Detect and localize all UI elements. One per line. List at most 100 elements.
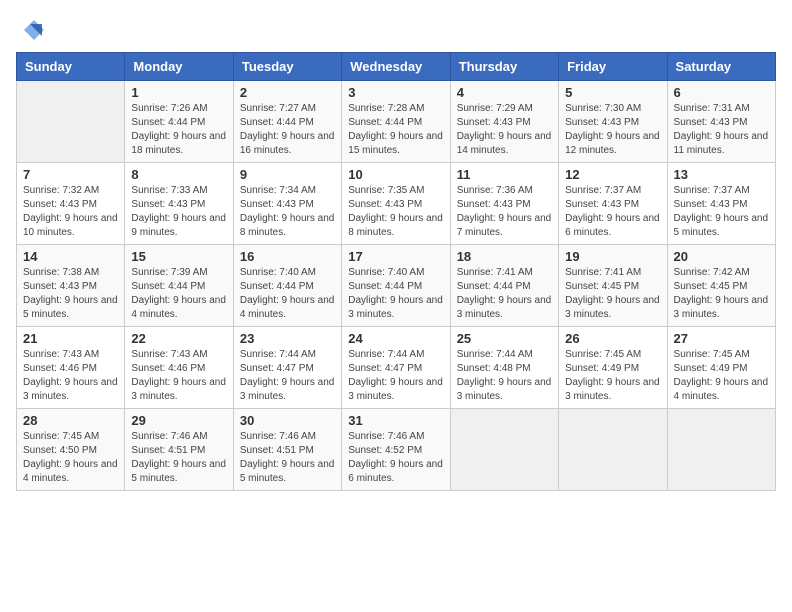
day-info: Sunrise: 7:44 AMSunset: 4:47 PMDaylight:… xyxy=(348,348,443,404)
calendar-cell: 27 Sunrise: 7:45 AMSunset: 4:49 PMDayligh… xyxy=(667,327,775,409)
day-number: 22 xyxy=(131,331,226,346)
day-number: 26 xyxy=(565,331,660,346)
calendar-cell: 16 Sunrise: 7:40 AMSunset: 4:44 PMDayligh… xyxy=(233,245,341,327)
calendar-week-1: 1 Sunrise: 7:26 AMSunset: 4:44 PMDaylight… xyxy=(17,81,776,163)
day-info: Sunrise: 7:34 AMSunset: 4:43 PMDaylight:… xyxy=(240,184,335,240)
day-number: 29 xyxy=(131,413,226,428)
calendar-cell: 13 Sunrise: 7:37 AMSunset: 4:43 PMDayligh… xyxy=(667,163,775,245)
calendar-cell: 4 Sunrise: 7:29 AMSunset: 4:43 PMDaylight… xyxy=(450,81,558,163)
day-info: Sunrise: 7:41 AMSunset: 4:44 PMDaylight:… xyxy=(457,266,552,322)
calendar-cell: 17 Sunrise: 7:40 AMSunset: 4:44 PMDayligh… xyxy=(342,245,450,327)
day-number: 8 xyxy=(131,167,226,182)
day-info: Sunrise: 7:46 AMSunset: 4:51 PMDaylight:… xyxy=(240,430,335,486)
day-info: Sunrise: 7:43 AMSunset: 4:46 PMDaylight:… xyxy=(23,348,118,404)
day-info: Sunrise: 7:39 AMSunset: 4:44 PMDaylight:… xyxy=(131,266,226,322)
day-info: Sunrise: 7:35 AMSunset: 4:43 PMDaylight:… xyxy=(348,184,443,240)
day-info: Sunrise: 7:46 AMSunset: 4:52 PMDaylight:… xyxy=(348,430,443,486)
day-info: Sunrise: 7:36 AMSunset: 4:43 PMDaylight:… xyxy=(457,184,552,240)
calendar-cell: 7 Sunrise: 7:32 AMSunset: 4:43 PMDaylight… xyxy=(17,163,125,245)
calendar-cell: 8 Sunrise: 7:33 AMSunset: 4:43 PMDaylight… xyxy=(125,163,233,245)
day-number: 4 xyxy=(457,85,552,100)
calendar-cell: 6Sunrise: 7:31 AMSunset: 4:43 PMDaylight… xyxy=(667,81,775,163)
day-info: Sunrise: 7:37 AMSunset: 4:43 PMDaylight:… xyxy=(674,184,769,240)
day-info: Sunrise: 7:37 AMSunset: 4:43 PMDaylight:… xyxy=(565,184,660,240)
calendar-cell: 31 Sunrise: 7:46 AMSunset: 4:52 PMDayligh… xyxy=(342,409,450,491)
calendar-cell xyxy=(667,409,775,491)
day-number: 12 xyxy=(565,167,660,182)
day-info: Sunrise: 7:28 AMSunset: 4:44 PMDaylight:… xyxy=(348,102,443,158)
day-info: Sunrise: 7:41 AMSunset: 4:45 PMDaylight:… xyxy=(565,266,660,322)
logo xyxy=(16,16,48,44)
calendar-cell: 26 Sunrise: 7:45 AMSunset: 4:49 PMDayligh… xyxy=(559,327,667,409)
calendar-cell: 29 Sunrise: 7:46 AMSunset: 4:51 PMDayligh… xyxy=(125,409,233,491)
day-info: Sunrise: 7:38 AMSunset: 4:43 PMDaylight:… xyxy=(23,266,118,322)
day-info: Sunrise: 7:31 AMSunset: 4:43 PMDaylight:… xyxy=(674,102,769,158)
day-info: Sunrise: 7:32 AMSunset: 4:43 PMDaylight:… xyxy=(23,184,118,240)
calendar-cell: 25 Sunrise: 7:44 AMSunset: 4:48 PMDayligh… xyxy=(450,327,558,409)
calendar-week-4: 21 Sunrise: 7:43 AMSunset: 4:46 PMDayligh… xyxy=(17,327,776,409)
calendar-cell: 9 Sunrise: 7:34 AMSunset: 4:43 PMDaylight… xyxy=(233,163,341,245)
day-number: 5 xyxy=(565,85,660,100)
day-info: Sunrise: 7:43 AMSunset: 4:46 PMDaylight:… xyxy=(131,348,226,404)
header-day-thursday: Thursday xyxy=(450,53,558,81)
header-day-friday: Friday xyxy=(559,53,667,81)
day-number: 11 xyxy=(457,167,552,182)
day-number: 28 xyxy=(23,413,118,428)
header-day-tuesday: Tuesday xyxy=(233,53,341,81)
calendar-cell: 11 Sunrise: 7:36 AMSunset: 4:43 PMDayligh… xyxy=(450,163,558,245)
calendar-cell: 30Sunrise: 7:46 AMSunset: 4:51 PMDayligh… xyxy=(233,409,341,491)
calendar-cell xyxy=(450,409,558,491)
day-number: 9 xyxy=(240,167,335,182)
day-number: 16 xyxy=(240,249,335,264)
calendar-cell: 12 Sunrise: 7:37 AMSunset: 4:43 PMDayligh… xyxy=(559,163,667,245)
day-number: 1 xyxy=(131,85,226,100)
day-number: 13 xyxy=(674,167,769,182)
calendar-cell: 19 Sunrise: 7:41 AMSunset: 4:45 PMDayligh… xyxy=(559,245,667,327)
day-number: 20 xyxy=(674,249,769,264)
header-day-monday: Monday xyxy=(125,53,233,81)
day-info: Sunrise: 7:45 AMSunset: 4:49 PMDaylight:… xyxy=(674,348,769,404)
day-info: Sunrise: 7:46 AMSunset: 4:51 PMDaylight:… xyxy=(131,430,226,486)
day-number: 15 xyxy=(131,249,226,264)
calendar-cell: 14 Sunrise: 7:38 AMSunset: 4:43 PMDayligh… xyxy=(17,245,125,327)
day-number: 25 xyxy=(457,331,552,346)
calendar-cell: 20 Sunrise: 7:42 AMSunset: 4:45 PMDayligh… xyxy=(667,245,775,327)
day-number: 19 xyxy=(565,249,660,264)
day-info: Sunrise: 7:44 AMSunset: 4:48 PMDaylight:… xyxy=(457,348,552,404)
calendar-header-row: SundayMondayTuesdayWednesdayThursdayFrid… xyxy=(17,53,776,81)
day-number: 23 xyxy=(240,331,335,346)
day-number: 7 xyxy=(23,167,118,182)
day-number: 31 xyxy=(348,413,443,428)
day-number: 10 xyxy=(348,167,443,182)
calendar-cell: 22 Sunrise: 7:43 AMSunset: 4:46 PMDayligh… xyxy=(125,327,233,409)
day-info: Sunrise: 7:27 AMSunset: 4:44 PMDaylight:… xyxy=(240,102,335,158)
day-number: 14 xyxy=(23,249,118,264)
day-info: Sunrise: 7:40 AMSunset: 4:44 PMDaylight:… xyxy=(348,266,443,322)
day-info: Sunrise: 7:42 AMSunset: 4:45 PMDaylight:… xyxy=(674,266,769,322)
calendar-cell: 24 Sunrise: 7:44 AMSunset: 4:47 PMDayligh… xyxy=(342,327,450,409)
calendar-cell xyxy=(559,409,667,491)
calendar-cell: 1 Sunrise: 7:26 AMSunset: 4:44 PMDaylight… xyxy=(125,81,233,163)
calendar-cell: 18Sunrise: 7:41 AMSunset: 4:44 PMDayligh… xyxy=(450,245,558,327)
day-info: Sunrise: 7:44 AMSunset: 4:47 PMDaylight:… xyxy=(240,348,335,404)
header-day-wednesday: Wednesday xyxy=(342,53,450,81)
day-info: Sunrise: 7:29 AMSunset: 4:43 PMDaylight:… xyxy=(457,102,552,158)
day-number: 2 xyxy=(240,85,335,100)
calendar-cell: 10 Sunrise: 7:35 AMSunset: 4:43 PMDayligh… xyxy=(342,163,450,245)
header-day-sunday: Sunday xyxy=(17,53,125,81)
day-number: 17 xyxy=(348,249,443,264)
day-info: Sunrise: 7:40 AMSunset: 4:44 PMDaylight:… xyxy=(240,266,335,322)
calendar-week-3: 14 Sunrise: 7:38 AMSunset: 4:43 PMDayligh… xyxy=(17,245,776,327)
day-number: 24 xyxy=(348,331,443,346)
day-number: 27 xyxy=(674,331,769,346)
calendar-cell: 23 Sunrise: 7:44 AMSunset: 4:47 PMDayligh… xyxy=(233,327,341,409)
calendar-cell: 5Sunrise: 7:30 AMSunset: 4:43 PMDaylight… xyxy=(559,81,667,163)
day-info: Sunrise: 7:26 AMSunset: 4:44 PMDaylight:… xyxy=(131,102,226,158)
calendar-cell: 3Sunrise: 7:28 AMSunset: 4:44 PMDaylight… xyxy=(342,81,450,163)
day-info: Sunrise: 7:45 AMSunset: 4:49 PMDaylight:… xyxy=(565,348,660,404)
calendar-cell: 28Sunrise: 7:45 AMSunset: 4:50 PMDayligh… xyxy=(17,409,125,491)
calendar-table: SundayMondayTuesdayWednesdayThursdayFrid… xyxy=(16,52,776,491)
logo-icon xyxy=(20,16,48,44)
day-number: 21 xyxy=(23,331,118,346)
day-info: Sunrise: 7:33 AMSunset: 4:43 PMDaylight:… xyxy=(131,184,226,240)
